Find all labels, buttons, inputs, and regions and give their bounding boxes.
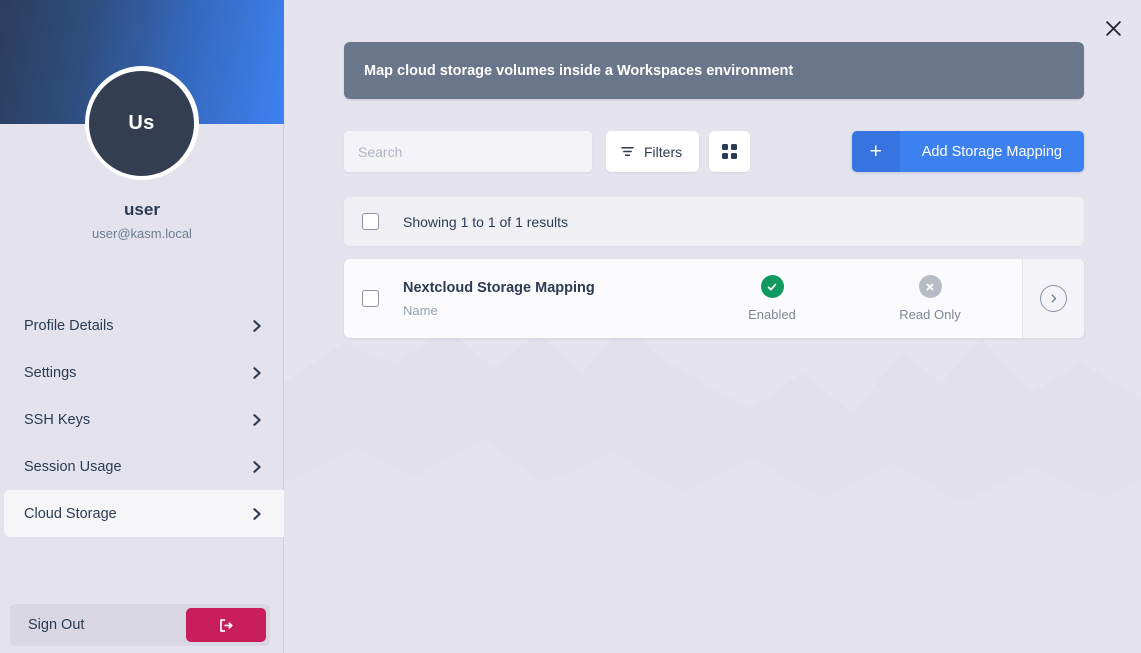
sidebar-item-profile-details[interactable]: Profile Details <box>0 302 284 349</box>
sidebar-nav: Profile Details Settings SSH Keys Sessio… <box>0 302 284 537</box>
chevron-right-icon <box>250 319 264 333</box>
row-checkbox-wrap <box>344 259 379 338</box>
add-storage-mapping-label: Add Storage Mapping <box>900 131 1084 172</box>
row-details-button[interactable] <box>1022 259 1084 338</box>
results-header-bar: Showing 1 to 1 of 1 results <box>344 197 1084 246</box>
grid-icon <box>722 144 737 159</box>
status-enabled-cell: Enabled <box>693 259 851 338</box>
plus-icon: + <box>852 131 900 172</box>
toolbar: Filters + Add Storage Mapping <box>344 131 1084 172</box>
status-readonly-cell: Read Only <box>851 259 1009 338</box>
filters-label: Filters <box>644 144 682 160</box>
sidebar-item-ssh-keys[interactable]: SSH Keys <box>0 396 284 443</box>
sidebar-item-session-usage[interactable]: Session Usage <box>0 443 284 490</box>
sign-out-row: Sign Out <box>10 604 270 646</box>
search-input[interactable] <box>344 131 592 172</box>
page-description-banner: Map cloud storage volumes inside a Works… <box>344 42 1084 99</box>
chevron-right-circle-icon <box>1040 285 1067 312</box>
x-icon <box>924 281 936 293</box>
profile-email: user@kasm.local <box>0 226 284 241</box>
chevron-right-icon <box>250 460 264 474</box>
sign-out-button[interactable] <box>186 608 266 642</box>
filter-icon <box>620 144 635 159</box>
page-description-text: Map cloud storage volumes inside a Works… <box>364 63 793 79</box>
chevron-right-icon <box>250 507 264 521</box>
sign-out-icon <box>218 617 235 634</box>
content-area: Map cloud storage volumes inside a Works… <box>284 0 1141 338</box>
grid-view-button[interactable] <box>709 131 750 172</box>
select-all-checkbox[interactable] <box>362 213 379 230</box>
chevron-right-icon <box>250 366 264 380</box>
add-storage-mapping-button[interactable]: + Add Storage Mapping <box>852 131 1084 172</box>
sidebar-item-label: Session Usage <box>24 459 250 475</box>
sidebar-item-cloud-storage[interactable]: Cloud Storage <box>4 490 284 537</box>
avatar: Us <box>85 66 199 180</box>
sidebar-item-label: SSH Keys <box>24 412 250 428</box>
avatar-initials: Us <box>89 71 194 176</box>
status-badge <box>919 275 942 298</box>
sidebar-item-label: Profile Details <box>24 318 250 334</box>
sign-out-label: Sign Out <box>28 617 186 633</box>
row-title: Nextcloud Storage Mapping <box>403 280 693 296</box>
row-checkbox[interactable] <box>362 290 379 307</box>
sidebar-item-label: Settings <box>24 365 250 381</box>
close-icon <box>1105 20 1122 37</box>
row-name-cell: Nextcloud Storage Mapping Name <box>403 259 693 338</box>
main-panel: Map cloud storage volumes inside a Works… <box>284 0 1141 653</box>
status-readonly-label: Read Only <box>899 307 960 322</box>
check-icon <box>766 281 778 293</box>
sidebar-item-label: Cloud Storage <box>24 506 250 522</box>
sidebar-item-settings[interactable]: Settings <box>0 349 284 396</box>
chevron-right-icon <box>250 413 264 427</box>
sidebar: Us user user@kasm.local Profile Details … <box>0 0 284 653</box>
filters-button[interactable]: Filters <box>606 131 699 172</box>
app-window: Us user user@kasm.local Profile Details … <box>0 0 1141 653</box>
profile-name: user <box>0 200 284 220</box>
row-subtitle: Name <box>403 303 693 318</box>
status-badge <box>761 275 784 298</box>
status-enabled-label: Enabled <box>748 307 796 322</box>
results-count-text: Showing 1 to 1 of 1 results <box>403 214 568 230</box>
table-row[interactable]: Nextcloud Storage Mapping Name Enabled R… <box>344 259 1084 338</box>
close-button[interactable] <box>1097 12 1129 44</box>
